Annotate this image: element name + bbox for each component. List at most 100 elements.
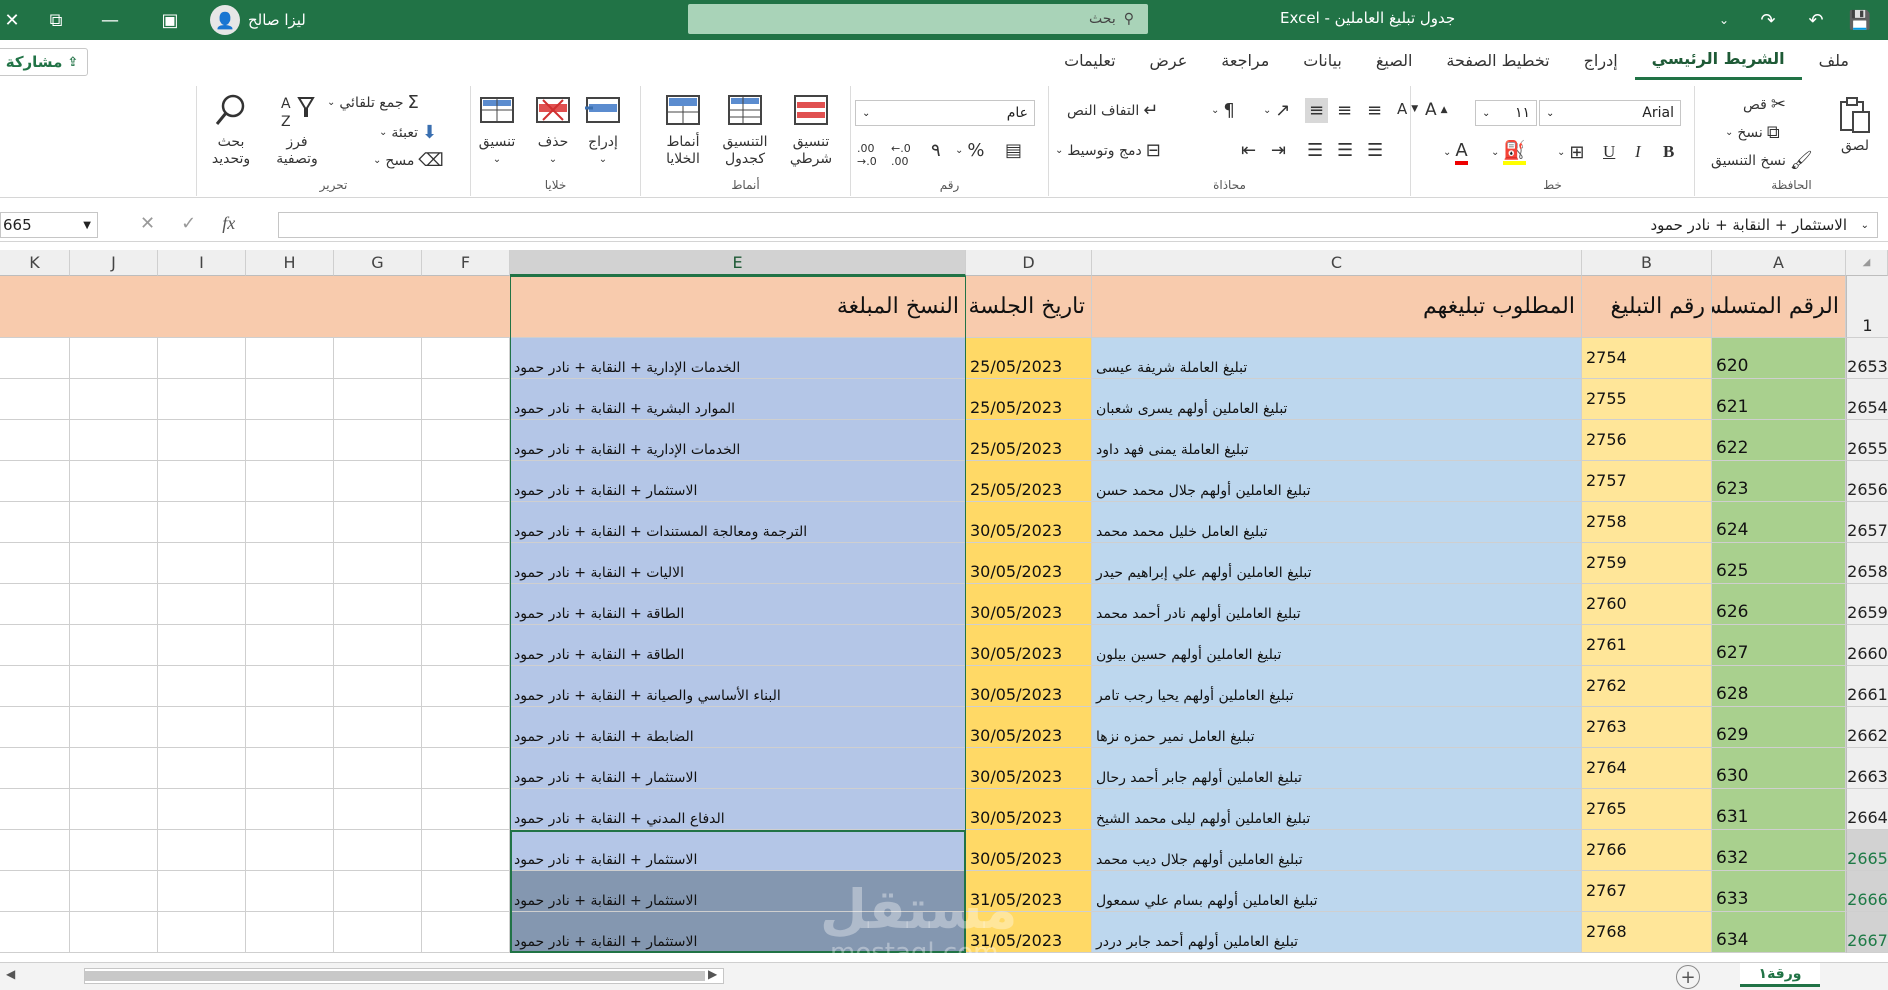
empty-cell[interactable]	[0, 666, 70, 707]
empty-cell[interactable]	[246, 338, 334, 379]
tab-file[interactable]: ملف	[1802, 40, 1866, 80]
row-header[interactable]: 2662	[1846, 707, 1888, 748]
empty-cell[interactable]	[158, 871, 246, 912]
notice-number-cell[interactable]: 2756	[1582, 420, 1712, 461]
sheet-tab[interactable]: ورقة١	[1740, 963, 1820, 987]
session-date-cell[interactable]: 30/05/2023	[966, 625, 1092, 666]
empty-cell[interactable]	[246, 461, 334, 502]
row-header[interactable]: 2660	[1846, 625, 1888, 666]
empty-cell[interactable]	[70, 420, 158, 461]
notice-number-cell[interactable]: 2754	[1582, 338, 1712, 379]
column-header-i[interactable]: I	[158, 250, 246, 276]
empty-cell[interactable]	[158, 666, 246, 707]
empty-cell[interactable]	[0, 830, 70, 871]
formula-input[interactable]: الاستثمار + النقابة + نادر حمود ⌄	[278, 212, 1878, 238]
add-sheet-button[interactable]: +	[1676, 965, 1700, 989]
header-cell-empty[interactable]	[422, 276, 510, 338]
recipients-cell[interactable]: تبليغ العاملين أولهم علي إبراهيم حيدر	[1092, 543, 1582, 584]
serial-cell[interactable]: 620	[1712, 338, 1846, 379]
copies-cell[interactable]: البناء الأساسي والصيانة + النقابة + نادر…	[510, 666, 966, 707]
empty-cell[interactable]	[334, 543, 422, 584]
close-icon[interactable]: ✕	[0, 4, 32, 36]
notice-number-cell[interactable]: 2758	[1582, 502, 1712, 543]
serial-cell[interactable]: 631	[1712, 789, 1846, 830]
empty-cell[interactable]	[334, 666, 422, 707]
row-header[interactable]: 2653	[1846, 338, 1888, 379]
restore-icon[interactable]: ⧉	[36, 4, 76, 36]
row-header[interactable]: 2658	[1846, 543, 1888, 584]
header-cell-empty[interactable]	[334, 276, 422, 338]
header-cell-a[interactable]: الرقم المتسلسل	[1712, 276, 1846, 338]
session-date-cell[interactable]: 31/05/2023	[966, 912, 1092, 953]
notice-number-cell[interactable]: 2761	[1582, 625, 1712, 666]
undo-icon[interactable]: ↶	[1796, 4, 1836, 36]
empty-cell[interactable]	[0, 871, 70, 912]
empty-cell[interactable]	[70, 502, 158, 543]
serial-cell[interactable]: 633	[1712, 871, 1846, 912]
copies-cell[interactable]: الاستثمار + النقابة + نادر حمود	[510, 461, 966, 502]
empty-cell[interactable]	[334, 748, 422, 789]
user-account[interactable]: 👤 ليزا صالح	[210, 5, 306, 35]
empty-cell[interactable]	[70, 461, 158, 502]
increase-decimal-button[interactable]: ←.0.00	[891, 142, 911, 168]
recipients-cell[interactable]: تبليغ العاملين أولهم بسام علي سمعول	[1092, 871, 1582, 912]
column-header-k[interactable]: K	[0, 250, 70, 276]
cancel-icon[interactable]: ✕	[140, 213, 155, 234]
column-header-h[interactable]: H	[246, 250, 334, 276]
empty-cell[interactable]	[158, 830, 246, 871]
comma-style-button[interactable]: ٩	[931, 140, 941, 161]
copies-cell[interactable]: الاليات + النقابة + نادر حمود	[510, 543, 966, 584]
empty-cell[interactable]	[0, 461, 70, 502]
empty-cell[interactable]	[334, 625, 422, 666]
italic-button[interactable]: I	[1635, 142, 1641, 162]
header-cell-empty[interactable]	[0, 276, 70, 338]
accounting-format-button[interactable]: ▤	[1005, 140, 1022, 161]
empty-cell[interactable]	[422, 871, 510, 912]
tab-home[interactable]: الشريط الرئيسي	[1634, 40, 1802, 80]
column-header-d[interactable]: D	[966, 250, 1092, 276]
serial-cell[interactable]: 629	[1712, 707, 1846, 748]
customize-qat-icon[interactable]: ⌄	[1704, 4, 1744, 36]
empty-cell[interactable]	[0, 789, 70, 830]
tab-page-layout[interactable]: تخطيط الصفحة	[1429, 40, 1566, 80]
serial-cell[interactable]: 622	[1712, 420, 1846, 461]
session-date-cell[interactable]: 30/05/2023	[966, 707, 1092, 748]
header-cell-d[interactable]: تاريخ الجلسة	[966, 276, 1092, 338]
empty-cell[interactable]	[0, 912, 70, 953]
empty-cell[interactable]	[246, 625, 334, 666]
notice-number-cell[interactable]: 2757	[1582, 461, 1712, 502]
empty-cell[interactable]	[0, 338, 70, 379]
recipients-cell[interactable]: تبليغ العاملين أولهم جابر أحمد رحال	[1092, 748, 1582, 789]
column-header-j[interactable]: J	[70, 250, 158, 276]
clear-button[interactable]: ⌄ مسح ⌫	[373, 150, 444, 171]
empty-cell[interactable]	[334, 379, 422, 420]
row-header[interactable]: 2664	[1846, 789, 1888, 830]
empty-cell[interactable]	[422, 584, 510, 625]
recipients-cell[interactable]: تبليغ العاملين أولهم ليلى محمد الشيخ	[1092, 789, 1582, 830]
format-painter-button[interactable]: نسخ التنسيق 🖌	[1711, 150, 1813, 171]
row-header[interactable]: 2663	[1846, 748, 1888, 789]
serial-cell[interactable]: 624	[1712, 502, 1846, 543]
align-center-button[interactable]: ☰	[1337, 140, 1353, 161]
scroll-right-icon[interactable]: ▶	[708, 967, 717, 981]
align-bottom-button[interactable]: ≡	[1305, 98, 1329, 123]
sort-filter-button[interactable]: AZ فرز وتصفية	[269, 92, 325, 168]
tab-formulas[interactable]: الصيغ	[1359, 40, 1430, 80]
share-button[interactable]: مشاركة ⇪	[0, 48, 88, 76]
empty-cell[interactable]	[158, 420, 246, 461]
header-cell-empty[interactable]	[70, 276, 158, 338]
recipients-cell[interactable]: تبليغ العاملين أولهم يحيا رجب تامر	[1092, 666, 1582, 707]
header-cell-e[interactable]: النسخ المبلغة	[510, 276, 966, 338]
notice-number-cell[interactable]: 2765	[1582, 789, 1712, 830]
empty-cell[interactable]	[158, 748, 246, 789]
empty-cell[interactable]	[334, 789, 422, 830]
notice-number-cell[interactable]: 2763	[1582, 707, 1712, 748]
save-icon[interactable]: 💾	[1840, 4, 1880, 36]
row-header[interactable]: 2659	[1846, 584, 1888, 625]
empty-cell[interactable]	[422, 379, 510, 420]
delete-cells-button[interactable]: حذف ⌄	[533, 92, 573, 168]
align-right-button[interactable]: ☰	[1367, 140, 1383, 161]
empty-cell[interactable]	[0, 379, 70, 420]
recipients-cell[interactable]: تبليغ العاملين أولهم أحمد جابر دردر	[1092, 912, 1582, 953]
decrease-indent-button[interactable]: ⇤	[1241, 140, 1256, 161]
